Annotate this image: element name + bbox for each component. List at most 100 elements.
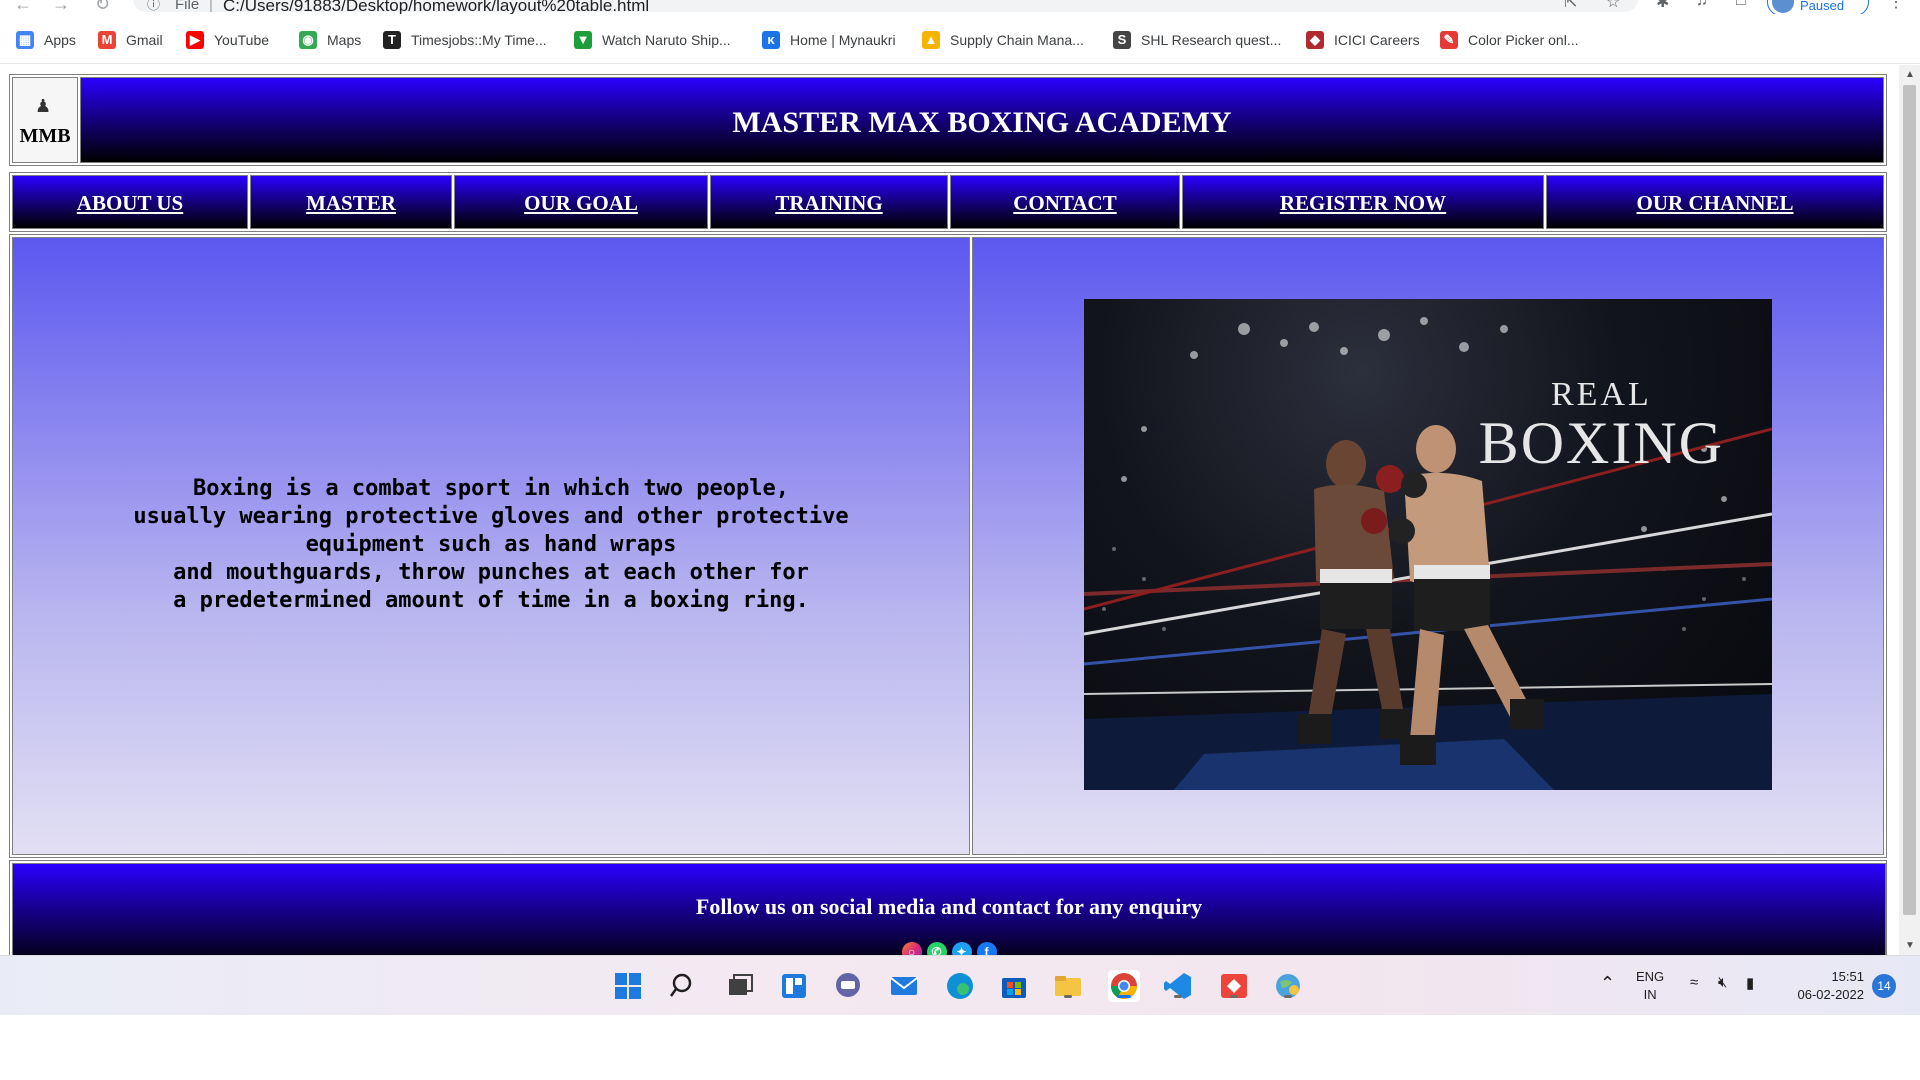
nav-link-contact[interactable]: CONTACT: [951, 191, 1179, 216]
apps-grid-icon: ▦: [16, 31, 34, 49]
chrome-icon[interactable]: [1108, 970, 1140, 1002]
vscode-icon[interactable]: [1162, 970, 1194, 1002]
photo-caption-bottom: BOXING: [1478, 410, 1724, 476]
share-icon[interactable]: ⇱: [1564, 0, 1577, 12]
bookmark-item[interactable]: ◆ ICICI Careers: [1306, 30, 1420, 50]
scrollbar-thumb[interactable]: [1903, 85, 1916, 915]
taskbar: ⌃ ENG IN ≈ 🔇︎ ▮ 15:51 06-02-2022 14: [0, 955, 1920, 1015]
extensions-icon[interactable]: ✱: [1656, 0, 1669, 12]
store-icon[interactable]: [998, 970, 1030, 1002]
color-picker-icon: ✎: [1440, 31, 1458, 49]
nav-cell-master: MASTER: [250, 175, 452, 229]
bookmark-item[interactable]: M Gmail: [98, 30, 163, 50]
bookmark-label: ICICI Careers: [1334, 32, 1420, 48]
clock[interactable]: 15:51 06-02-2022: [1780, 968, 1865, 1004]
address-separator: |: [209, 0, 213, 13]
bookmark-label: Watch Naruto Ship...: [602, 32, 731, 48]
timesjobs-icon: T: [383, 31, 401, 49]
task-view-icon[interactable]: [724, 970, 756, 1002]
menu-kebab-icon[interactable]: ⋮: [1888, 0, 1904, 12]
bookmark-star-icon[interactable]: ☆: [1606, 0, 1620, 12]
intro-cell: Boxing is a combat sport in which two pe…: [12, 237, 970, 855]
clock-date: 06-02-2022: [1797, 987, 1865, 1002]
footer-table: Follow us on social media and contact fo…: [9, 860, 1887, 955]
back-icon[interactable]: ←: [14, 0, 32, 14]
edge-icon[interactable]: [944, 970, 976, 1002]
instagram-icon[interactable]: ○: [901, 942, 922, 955]
nav-link-register-now[interactable]: REGISTER NOW: [1183, 191, 1543, 216]
bookmark-label: Maps: [327, 32, 362, 48]
wifi-icon[interactable]: ≈: [1690, 974, 1698, 991]
bookmark-label: Color Picker onl...: [1468, 32, 1579, 48]
battery-icon[interactable]: ▮: [1746, 974, 1754, 992]
language-code: ENG: [1636, 969, 1665, 984]
file-explorer-icon[interactable]: [1052, 970, 1084, 1002]
photo-caption: REAL BOXING: [1478, 377, 1724, 476]
language-indicator[interactable]: ENG IN: [1636, 968, 1664, 1004]
bookmark-item[interactable]: T Timesjobs::My Time...: [383, 30, 547, 50]
shield-icon: ▼: [574, 31, 592, 49]
search-icon[interactable]: [668, 970, 700, 1002]
profile-button[interactable]: Paused: [1767, 0, 1869, 14]
mail-icon[interactable]: [888, 970, 920, 1002]
notification-badge[interactable]: 14: [1872, 974, 1896, 998]
nav-link-about-us[interactable]: ABOUT US: [13, 191, 247, 216]
forward-icon[interactable]: →: [52, 0, 70, 14]
media-icon[interactable]: ♫: [1696, 0, 1708, 10]
nav-link-our-goal[interactable]: OUR GOAL: [455, 191, 707, 216]
widgets-icon[interactable]: [778, 970, 810, 1002]
page-title: MASTER MAX BOXING ACADEMY: [732, 106, 1232, 139]
bookmark-item[interactable]: S SHL Research quest...: [1113, 30, 1281, 50]
bookmark-item[interactable]: ▲ Supply Chain Mana...: [922, 30, 1084, 50]
boxer-logo-icon: ♟: [35, 96, 52, 116]
browser-toolbar: ← → ↻ ⓘ File | C:/Users/91883/Desktop/ho…: [0, 0, 1920, 14]
clock-time: 15:51: [1831, 969, 1864, 984]
whatsapp-icon[interactable]: ✆: [926, 942, 947, 955]
scroll-up-icon[interactable]: ▲: [1905, 69, 1915, 80]
desktop-background: [0, 1015, 1920, 1080]
bookmark-item[interactable]: ▼ Watch Naruto Ship...: [574, 30, 731, 50]
teams-chat-icon[interactable]: [832, 970, 864, 1002]
youtube-icon: ▶: [186, 31, 204, 49]
boxing-photo: REAL BOXING: [1084, 299, 1772, 790]
nav-link-master[interactable]: MASTER: [251, 191, 451, 216]
language-region: IN: [1643, 987, 1657, 1002]
nav-cell-register-now: REGISTER NOW: [1182, 175, 1544, 229]
volume-muted-icon[interactable]: 🔇︎: [1718, 974, 1727, 991]
nav-cell-training: TRAINING: [710, 175, 948, 229]
page-scrollbar[interactable]: ▲ ▼: [1899, 65, 1920, 955]
address-bar[interactable]: ⓘ File | C:/Users/91883/Desktop/homework…: [133, 0, 1638, 14]
nav-link-training[interactable]: TRAINING: [711, 191, 947, 216]
boxer-left-figure: [1298, 440, 1410, 744]
scroll-down-icon[interactable]: ▼: [1905, 940, 1915, 951]
nav-cell-contact: CONTACT: [950, 175, 1180, 229]
bookmark-item[interactable]: κ Home | Mynaukri: [762, 30, 896, 50]
bookmark-item[interactable]: ✎ Color Picker onl...: [1440, 30, 1578, 50]
nav-table: ABOUT US MASTER OUR GOAL TRAINING CONTAC…: [9, 172, 1887, 232]
reload-icon[interactable]: ↻: [95, 0, 110, 14]
bookmark-item[interactable]: ▶ YouTube: [186, 30, 269, 50]
start-icon[interactable]: [612, 970, 644, 1002]
header-table: ♟ MMB MASTER MAX BOXING ACADEMY: [9, 74, 1887, 166]
address-url[interactable]: C:/Users/91883/Desktop/homework/layout%2…: [223, 0, 649, 14]
browser-globe-icon[interactable]: [1272, 970, 1304, 1002]
social-icons: ○ ✆ ✦ f: [13, 942, 1885, 955]
bookmark-item[interactable]: ▦ Apps: [16, 30, 76, 50]
icici-icon: ◆: [1306, 31, 1324, 49]
anydesk-icon[interactable]: [1218, 970, 1250, 1002]
intro-text: Boxing is a combat sport in which two pe…: [133, 476, 849, 613]
title-cell: MASTER MAX BOXING ACADEMY: [80, 77, 1884, 163]
address-scheme: File: [175, 0, 200, 13]
tray-overflow-icon[interactable]: ⌃: [1600, 973, 1615, 994]
nav-link-our-channel[interactable]: OUR CHANNEL: [1547, 191, 1883, 216]
mynaukri-icon: κ: [762, 31, 780, 49]
footer-cell: Follow us on social media and contact fo…: [12, 863, 1886, 955]
facebook-icon[interactable]: f: [976, 942, 997, 955]
window-icon[interactable]: □: [1736, 0, 1746, 10]
gmail-icon: M: [98, 31, 116, 49]
maps-pin-icon: ◉: [299, 31, 317, 49]
site-info-icon[interactable]: ⓘ: [147, 0, 160, 13]
bookmark-item[interactable]: ◉ Maps: [299, 30, 361, 50]
bookmark-label: Gmail: [126, 32, 163, 48]
twitter-icon[interactable]: ✦: [951, 942, 972, 955]
